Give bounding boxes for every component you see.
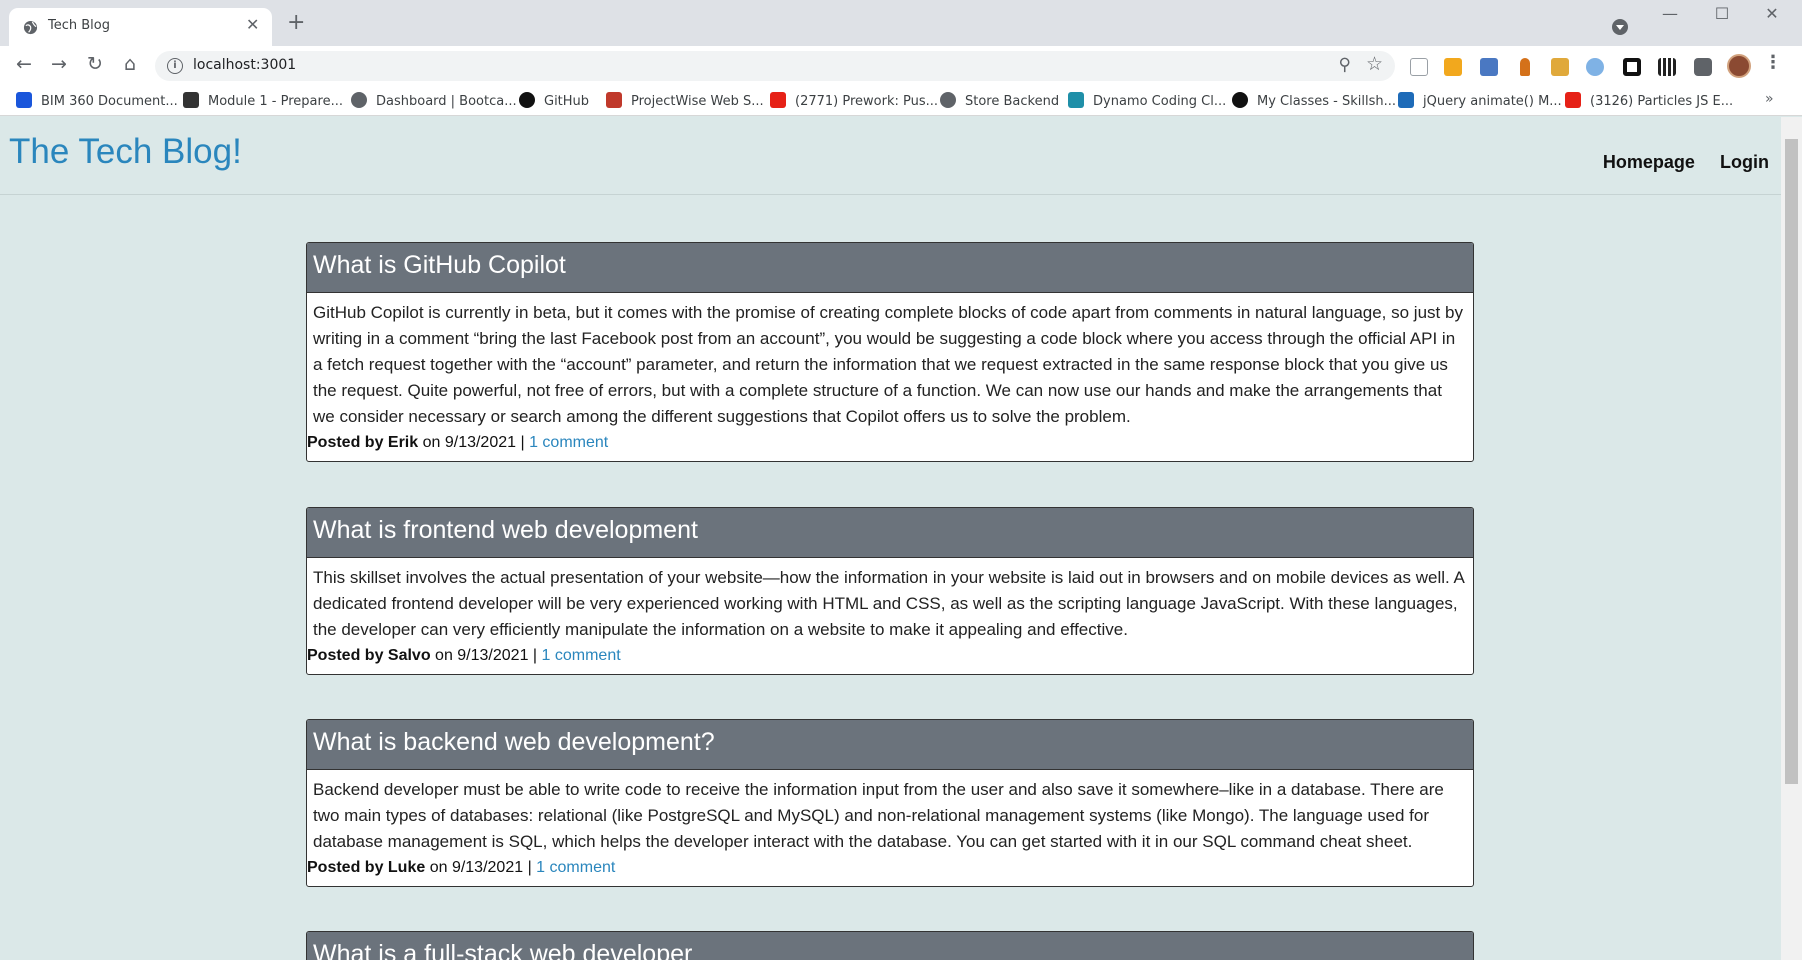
tab-close-icon[interactable]: ✕ [246, 16, 259, 34]
bookmark-favicon-icon [940, 92, 956, 108]
post-title[interactable]: What is GitHub Copilot [307, 243, 1473, 293]
bookmark-item[interactable]: jQuery animate() M... [1398, 92, 1562, 110]
extensions-puzzle-icon[interactable] [1694, 58, 1712, 76]
post-body: This skillset involves the actual presen… [313, 568, 1464, 639]
bookmark-item[interactable]: Store Backend [940, 92, 1059, 110]
page-viewport: The Tech Blog! Homepage Login What is Gi… [0, 117, 1781, 960]
post-comments-link[interactable]: 1 comment [529, 434, 608, 451]
site-nav: Homepage Login [1583, 152, 1769, 173]
search-extension-icon[interactable] [1586, 58, 1604, 76]
post-author: Posted by Luke [307, 859, 426, 876]
reload-icon[interactable]: ↻ [83, 54, 107, 74]
tabs-extension-icon[interactable] [1480, 58, 1498, 76]
nav-login-link[interactable]: Login [1720, 152, 1769, 172]
globe-icon [23, 20, 38, 35]
post-comments-link[interactable]: 1 comment [536, 859, 615, 876]
post-card[interactable]: What is GitHub Copilot GitHub Copilot is… [306, 242, 1474, 462]
home-icon[interactable]: ⌂ [118, 54, 142, 74]
post-meta: Posted by Luke on 9/13/2021 | 1 comment [307, 855, 1473, 886]
back-icon[interactable]: ← [12, 54, 36, 74]
post-title[interactable]: What is frontend web development [307, 508, 1473, 558]
bookmarks-overflow-icon[interactable]: » [1765, 91, 1774, 107]
forward-icon[interactable]: → [47, 54, 71, 74]
browser-toolbar: ← → ↻ ⌂ i localhost:3001 ⚲ ☆ ⋮ [0, 46, 1802, 86]
bookmark-favicon-icon [606, 92, 622, 108]
bookmark-item[interactable]: Module 1 - Prepare... [183, 92, 343, 110]
key-extension-icon[interactable] [1551, 58, 1569, 76]
maximize-icon[interactable]: ☐ [1702, 4, 1742, 23]
post-card[interactable]: What is a full-stack web developer [306, 931, 1474, 960]
bookmark-favicon-icon [1068, 92, 1084, 108]
post-card[interactable]: What is frontend web development This sk… [306, 507, 1474, 675]
tab-search-icon[interactable] [1612, 19, 1628, 35]
post-date: on 9/13/2021 | [425, 859, 537, 876]
bookmark-favicon-icon [183, 92, 199, 108]
post-date: on 9/13/2021 | [430, 647, 542, 664]
bookmark-item[interactable]: (2771) Prework: Pus... [770, 92, 938, 110]
post-author: Posted by Erik [307, 434, 419, 451]
url-text[interactable]: localhost:3001 [193, 57, 296, 73]
tab-strip: Tech Blog ✕ + — ☐ ✕ [0, 0, 1802, 46]
post-comments-link[interactable]: 1 comment [542, 647, 621, 664]
bookmark-item[interactable]: GitHub [519, 92, 589, 110]
bookmark-item[interactable]: ProjectWise Web S... [606, 92, 764, 110]
site-title[interactable]: The Tech Blog! [9, 132, 242, 172]
github-icon [519, 92, 535, 108]
page-scrollbar[interactable] [1781, 117, 1802, 960]
post-title[interactable]: What is backend web development? [307, 720, 1473, 770]
bookmark-favicon-icon [16, 92, 32, 108]
close-window-icon[interactable]: ✕ [1752, 4, 1792, 23]
post-title[interactable]: What is a full-stack web developer [307, 932, 1473, 960]
frame-extension-icon[interactable] [1623, 58, 1641, 76]
site-info-icon[interactable]: i [167, 58, 183, 74]
post-meta: Posted by Salvo on 9/13/2021 | 1 comment [307, 643, 1473, 674]
post-body: Backend developer must be able to write … [313, 780, 1444, 851]
post-date: on 9/13/2021 | [418, 434, 530, 451]
new-tab-button[interactable]: + [287, 12, 305, 34]
scrollbar-thumb[interactable] [1785, 139, 1798, 784]
nav-homepage-link[interactable]: Homepage [1603, 152, 1695, 172]
site-header: The Tech Blog! Homepage Login [0, 117, 1781, 195]
youtube-icon [770, 92, 786, 108]
bookmark-favicon-icon [351, 92, 367, 108]
tab-title: Tech Blog [48, 18, 110, 33]
bookmark-item[interactable]: BIM 360 Document... [16, 92, 178, 110]
post-meta: Posted by Erik on 9/13/2021 | 1 comment [307, 430, 1473, 461]
address-bar[interactable]: i localhost:3001 ⚲ ☆ [155, 51, 1395, 81]
browser-tab[interactable]: Tech Blog ✕ [9, 8, 272, 46]
rocket-extension-icon[interactable] [1520, 58, 1530, 76]
bookmark-item[interactable]: (3126) Particles JS E... [1565, 92, 1733, 110]
post-body: GitHub Copilot is currently in beta, but… [313, 303, 1463, 426]
bookmark-star-icon[interactable]: ☆ [1366, 53, 1383, 75]
bookmark-favicon-icon [1398, 92, 1414, 108]
post-author: Posted by Salvo [307, 647, 431, 664]
post-card[interactable]: What is backend web development? Backend… [306, 719, 1474, 887]
minimize-icon[interactable]: — [1650, 4, 1690, 23]
extension-badge-icon[interactable] [1444, 58, 1462, 76]
bookmark-item[interactable]: Dynamo Coding Cl... [1068, 92, 1226, 110]
copy-extension-icon[interactable] [1410, 58, 1428, 76]
bookmark-item[interactable]: Dashboard | Bootca... [351, 92, 517, 110]
bookmarks-bar: BIM 360 Document... Module 1 - Prepare..… [0, 86, 1802, 116]
bookmark-favicon-icon [1232, 92, 1248, 108]
zoom-icon[interactable]: ⚲ [1339, 55, 1351, 75]
qr-code-icon[interactable] [1658, 58, 1676, 76]
profile-avatar[interactable] [1727, 54, 1751, 78]
bookmark-item[interactable]: My Classes - Skillsh... [1232, 92, 1396, 110]
youtube-icon [1565, 92, 1581, 108]
browser-menu-icon[interactable]: ⋮ [1764, 52, 1782, 73]
